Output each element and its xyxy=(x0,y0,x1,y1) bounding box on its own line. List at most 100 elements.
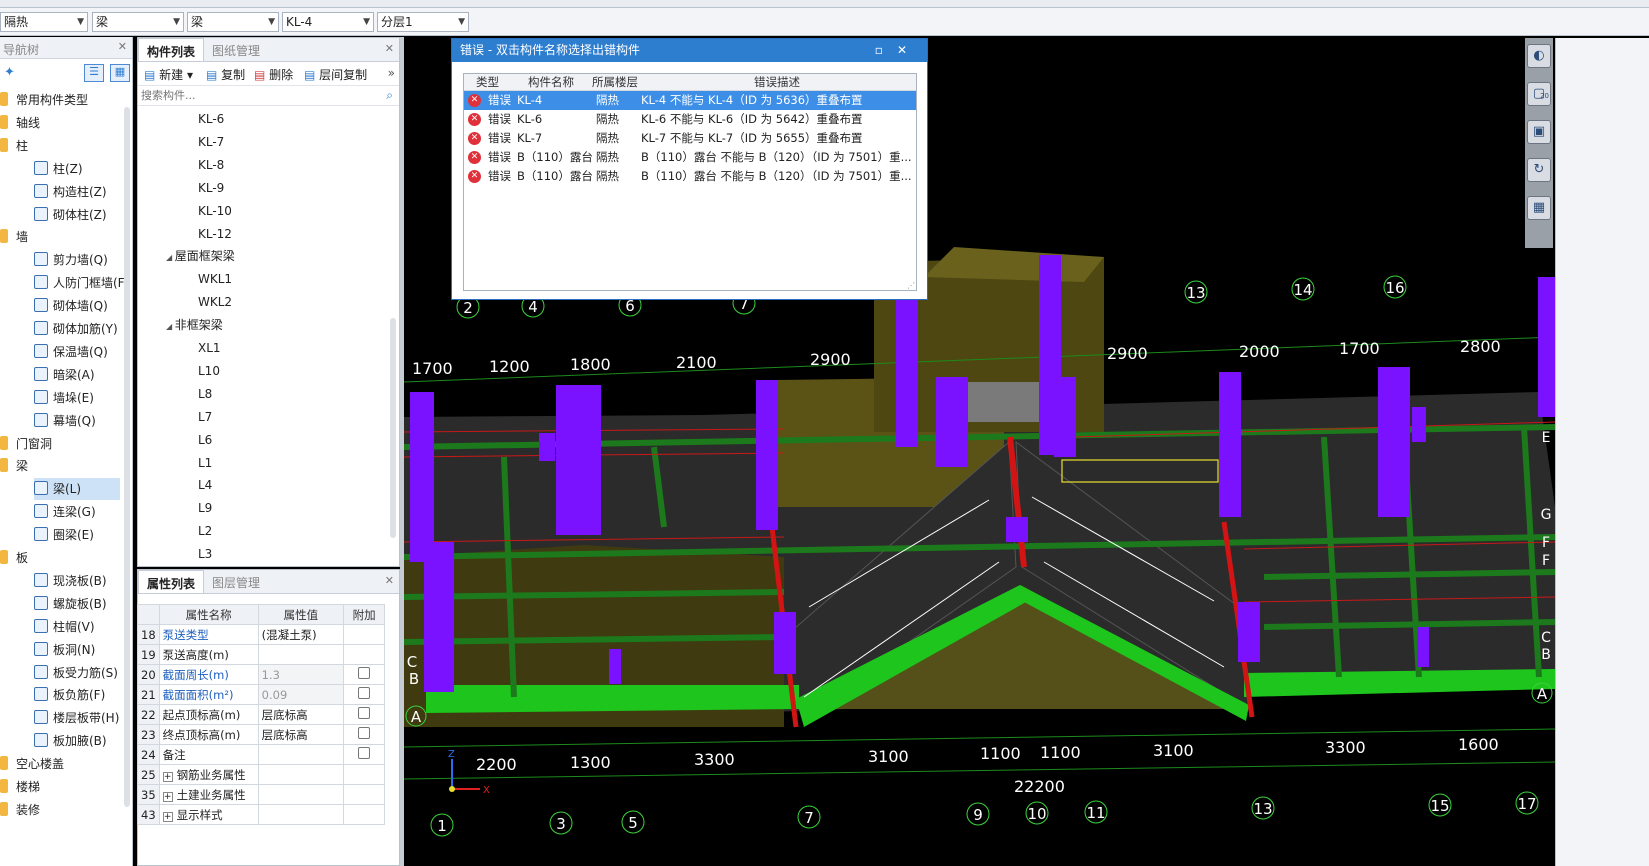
component-item[interactable]: ◢ 非框架梁 xyxy=(166,314,223,336)
error-row[interactable]: ✕ 错误 B（110）露台 隔热 B（110）露台 不能与 B（120）（ID 为 75… xyxy=(464,167,916,186)
component-item[interactable]: L10 xyxy=(198,360,220,382)
property-row[interactable]: 19 泵送高度(m) xyxy=(137,644,385,665)
property-value[interactable] xyxy=(257,804,345,825)
layer-combo[interactable]: 分层1 ▼ xyxy=(377,12,469,32)
component-combo[interactable]: KL-4 ▼ xyxy=(282,12,374,32)
nav-item[interactable]: 暗梁(A) xyxy=(34,364,120,386)
tab-property-list[interactable]: 属性列表 xyxy=(138,570,205,593)
property-row[interactable]: 21 截面面积(m²) 0.09 xyxy=(137,684,385,705)
search-icon[interactable]: ⌕ xyxy=(386,88,393,103)
sphere-view-icon[interactable]: ◐ xyxy=(1527,44,1551,68)
nav-item[interactable]: 圈梁(E) xyxy=(34,524,120,546)
delete-button[interactable]: ▤ 删除 xyxy=(254,66,293,83)
tab-component-list[interactable]: 构件列表 xyxy=(138,38,205,61)
rotate-view-icon[interactable]: ↻ xyxy=(1527,158,1551,182)
component-item[interactable]: L3 xyxy=(198,543,212,562)
copy-button[interactable]: ▤ 复制 xyxy=(206,66,245,83)
type-combo[interactable]: 梁 ▼ xyxy=(187,12,279,32)
component-item[interactable]: L4 xyxy=(198,474,212,496)
nav-item[interactable]: 空心楼盖 xyxy=(0,753,126,775)
nav-item[interactable]: 装修 xyxy=(0,799,126,821)
error-name[interactable]: KL-4 xyxy=(517,91,542,110)
floor-copy-button[interactable]: ▤ 层间复制 xyxy=(304,66,367,83)
component-item[interactable]: L1 xyxy=(198,452,212,474)
extra-checkbox[interactable] xyxy=(358,667,371,679)
nav-item[interactable]: 构造柱(Z) xyxy=(34,181,120,203)
tab-layer-manage[interactable]: 图层管理 xyxy=(204,570,268,593)
property-value[interactable]: 1.3 xyxy=(257,664,345,685)
close-icon[interactable]: ✕ xyxy=(385,42,394,55)
close-icon[interactable]: ✕ xyxy=(385,574,394,587)
nav-item[interactable]: 板负筋(F) xyxy=(34,684,120,706)
property-value[interactable] xyxy=(257,644,345,665)
component-item[interactable]: WKL2 xyxy=(198,291,232,313)
nav-item[interactable]: 砌体加筋(Y) xyxy=(34,318,120,340)
component-item[interactable]: L2 xyxy=(198,520,212,542)
nav-item[interactable]: 常用构件类型 xyxy=(0,89,126,111)
property-value[interactable]: 0.09 xyxy=(257,684,345,705)
property-value[interactable] xyxy=(257,744,345,765)
error-name[interactable]: B（110）露台 xyxy=(517,148,593,167)
component-item[interactable]: L8 xyxy=(198,383,212,405)
error-row[interactable]: ✕ 错误 B（110）露台 隔热 B（110）露台 不能与 B（120）（ID 为 75… xyxy=(464,148,916,167)
component-item[interactable]: KL-9 xyxy=(198,177,224,199)
property-row[interactable]: 18 泵送类型 (混凝土泵) xyxy=(137,624,385,645)
component-item[interactable]: WKL1 xyxy=(198,268,232,290)
nav-item[interactable]: 板洞(N) xyxy=(34,639,120,661)
nav-item[interactable]: 墙垛(E) xyxy=(34,387,120,409)
expand-icon[interactable]: + xyxy=(162,791,173,802)
error-row[interactable]: ✕ 错误 KL-4 隔热 KL-4 不能与 KL-4（ID 为 5636）重叠布置 xyxy=(464,91,916,110)
list-view-icon[interactable]: ☰ xyxy=(84,64,104,82)
nav-item[interactable]: 砌体墙(Q) xyxy=(34,295,120,317)
nav-item[interactable]: 螺旋板(B) xyxy=(34,593,120,615)
nav-scrollbar[interactable] xyxy=(124,107,130,807)
nav-item[interactable]: 梁 xyxy=(0,455,126,477)
property-row[interactable]: 23 终点顶标高(m) 层底标高 xyxy=(137,724,385,745)
3d-view-icon[interactable]: ▢ 20 xyxy=(1527,82,1551,106)
component-item[interactable]: KL-12 xyxy=(198,223,232,245)
nav-item[interactable]: 轴线 xyxy=(0,112,126,134)
error-row[interactable]: ✕ 错误 KL-6 隔热 KL-6 不能与 KL-6（ID 为 5642）重叠布置 xyxy=(464,110,916,129)
component-item[interactable]: XL1 xyxy=(198,337,221,359)
component-scrollbar[interactable] xyxy=(390,318,396,538)
grid-view-icon[interactable]: ▦ xyxy=(110,64,130,82)
component-item[interactable]: L6 xyxy=(198,429,212,451)
property-row[interactable]: 25 + 钢筋业务属性 xyxy=(137,764,385,785)
nav-item[interactable]: 幕墙(Q) xyxy=(34,410,120,432)
resize-grip-icon[interactable]: ⋰ xyxy=(907,281,915,290)
nav-item[interactable]: 板加腋(B) xyxy=(34,730,120,752)
component-item[interactable]: L9 xyxy=(198,497,212,519)
cube-view-icon[interactable]: ▣ xyxy=(1527,120,1551,144)
component-item[interactable]: ◢ 屋面框架梁 xyxy=(166,245,235,267)
component-search-input[interactable] xyxy=(138,86,368,104)
nav-item[interactable]: 楼梯 xyxy=(0,776,126,798)
property-row[interactable]: 35 + 土建业务属性 xyxy=(137,784,385,805)
more-icon[interactable]: » xyxy=(388,66,395,80)
new-button[interactable]: ▤ 新建 ▾ xyxy=(144,66,193,83)
property-value[interactable] xyxy=(257,784,345,805)
floor-combo[interactable]: 隔热 ▼ xyxy=(0,12,88,32)
nav-item[interactable]: 墙 xyxy=(0,226,126,248)
nav-item[interactable]: 连梁(G) xyxy=(34,501,120,523)
error-name[interactable]: KL-6 xyxy=(517,110,542,129)
property-row[interactable]: 20 截面周长(m) 1.3 xyxy=(137,664,385,685)
nav-item[interactable]: 剪力墙(Q) xyxy=(34,249,120,271)
component-item[interactable]: KL-8 xyxy=(198,154,224,176)
extra-checkbox[interactable] xyxy=(358,707,371,719)
error-name[interactable]: B（110）露台 xyxy=(517,167,593,186)
nav-item[interactable]: 梁(L) xyxy=(34,478,120,501)
expand-icon[interactable]: + xyxy=(162,811,173,822)
extra-checkbox[interactable] xyxy=(358,687,371,699)
nav-item[interactable]: 保温墙(Q) xyxy=(34,341,120,363)
extra-checkbox[interactable] xyxy=(358,727,371,739)
nav-item[interactable]: 板 xyxy=(0,547,126,569)
extra-checkbox[interactable] xyxy=(358,747,371,759)
error-row[interactable]: ✕ 错误 KL-7 隔热 KL-7 不能与 KL-7（ID 为 5655）重叠布置 xyxy=(464,129,916,148)
property-value[interactable]: 层底标高 xyxy=(257,724,345,745)
close-icon[interactable]: ✕ xyxy=(118,40,127,53)
nav-item[interactable]: 柱(Z) xyxy=(34,158,120,180)
add-icon[interactable]: ✦ xyxy=(4,65,15,80)
collapse-icon[interactable]: ◢ xyxy=(166,322,175,331)
tab-drawing-manage[interactable]: 图纸管理 xyxy=(204,38,268,61)
nav-item[interactable]: 板受力筋(S) xyxy=(34,662,120,684)
